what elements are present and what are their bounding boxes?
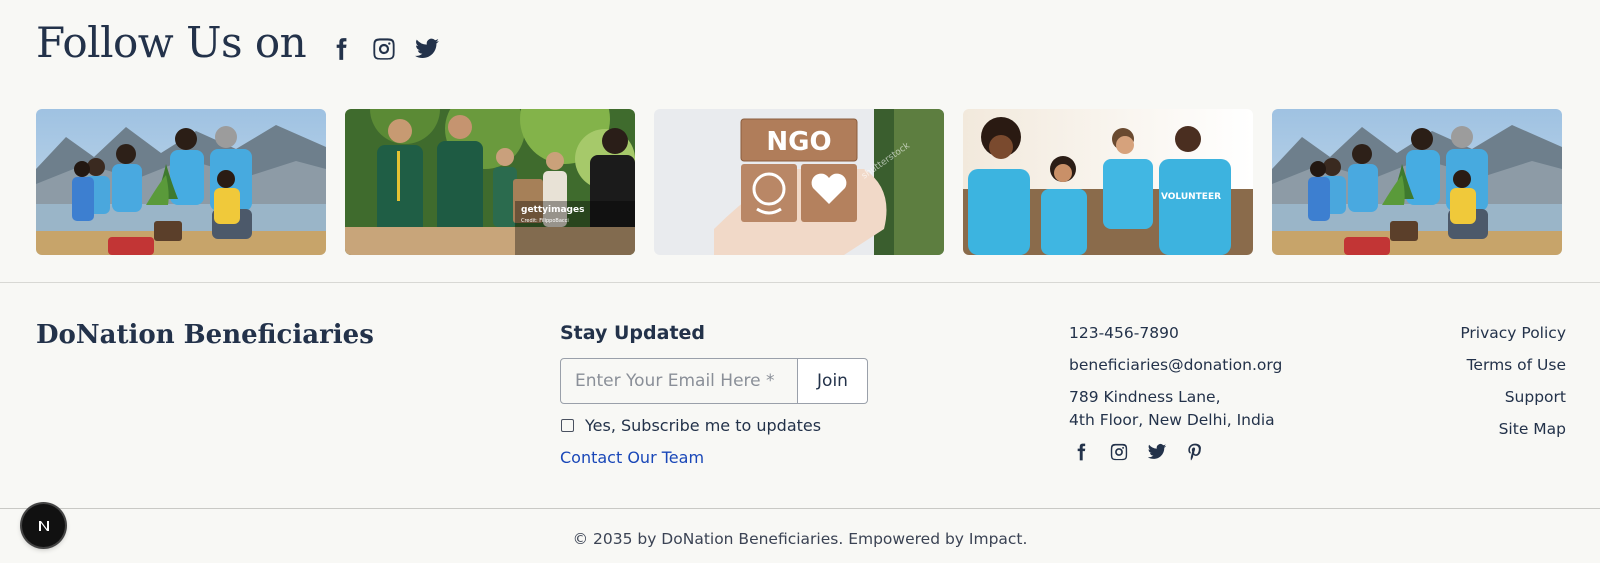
terms-of-use-link[interactable]: Terms of Use xyxy=(1460,354,1566,386)
legal-links: Privacy Policy Terms of Use Support Site… xyxy=(1460,322,1566,450)
follow-us-title: Follow Us on xyxy=(36,18,307,67)
volunteer-shirt-text: VOLUNTEER xyxy=(1161,192,1221,202)
follow-social-icons xyxy=(326,22,442,64)
footer-divider xyxy=(0,508,1600,509)
email-input[interactable] xyxy=(560,358,798,404)
address-line-2: 4th Floor, New Delhi, India xyxy=(1069,411,1275,429)
contact-email[interactable]: beneficiaries@donation.org xyxy=(1069,354,1282,386)
twitter-icon[interactable] xyxy=(1145,440,1169,464)
nextjs-logo-icon xyxy=(38,520,49,531)
nextjs-dev-badge[interactable] xyxy=(22,504,65,547)
gallery-photo-2[interactable]: gettyimages Credit: FilippoBacci xyxy=(345,109,635,255)
privacy-policy-link[interactable]: Privacy Policy xyxy=(1460,322,1566,354)
subscribe-checkbox[interactable] xyxy=(561,419,574,432)
follow-us-section: Follow Us on xyxy=(36,22,442,64)
newsletter-section: Stay Updated Join Yes, Subscribe me to u… xyxy=(560,322,868,467)
section-divider xyxy=(0,282,1600,283)
ngo-block-text: NGO xyxy=(766,127,831,157)
footer-social-icons xyxy=(1069,440,1282,464)
contact-info: 123-456-7890 beneficiaries@donation.org … xyxy=(1069,322,1282,464)
newsletter-form: Join xyxy=(560,358,868,404)
footer-brand[interactable]: DoNation Beneficiaries xyxy=(36,320,374,350)
facebook-icon[interactable] xyxy=(326,34,356,64)
copyright-text: © 2035 by DoNation Beneficiaries. Empowe… xyxy=(572,530,1028,548)
getty-credit: Credit: FilippoBacci xyxy=(521,218,569,224)
address-line-1: 789 Kindness Lane, xyxy=(1069,388,1221,406)
instagram-icon[interactable] xyxy=(1107,440,1131,464)
gallery-photo-1[interactable] xyxy=(36,109,326,255)
pinterest-icon[interactable] xyxy=(1183,440,1207,464)
phone-number: 123-456-7890 xyxy=(1069,324,1179,342)
gallery-photo-5[interactable] xyxy=(1272,109,1562,255)
join-button[interactable]: Join xyxy=(798,358,868,404)
subscribe-label[interactable]: Yes, Subscribe me to updates xyxy=(585,416,821,435)
gallery-photo-4[interactable]: VOLUNTEER xyxy=(963,109,1253,255)
twitter-icon[interactable] xyxy=(412,34,442,64)
contact-team-link[interactable]: Contact Our Team xyxy=(560,448,868,467)
getty-watermark: gettyimages xyxy=(521,205,584,215)
newsletter-title: Stay Updated xyxy=(560,322,706,344)
photo-gallery: gettyimages Credit: FilippoBacci NGO shu… xyxy=(36,109,1562,255)
support-link[interactable]: Support xyxy=(1460,386,1566,418)
gallery-photo-3[interactable]: NGO shutterstock xyxy=(654,109,944,255)
subscribe-row: Yes, Subscribe me to updates xyxy=(560,416,868,435)
instagram-icon[interactable] xyxy=(369,34,399,64)
facebook-icon[interactable] xyxy=(1069,440,1093,464)
site-map-link[interactable]: Site Map xyxy=(1460,418,1566,450)
